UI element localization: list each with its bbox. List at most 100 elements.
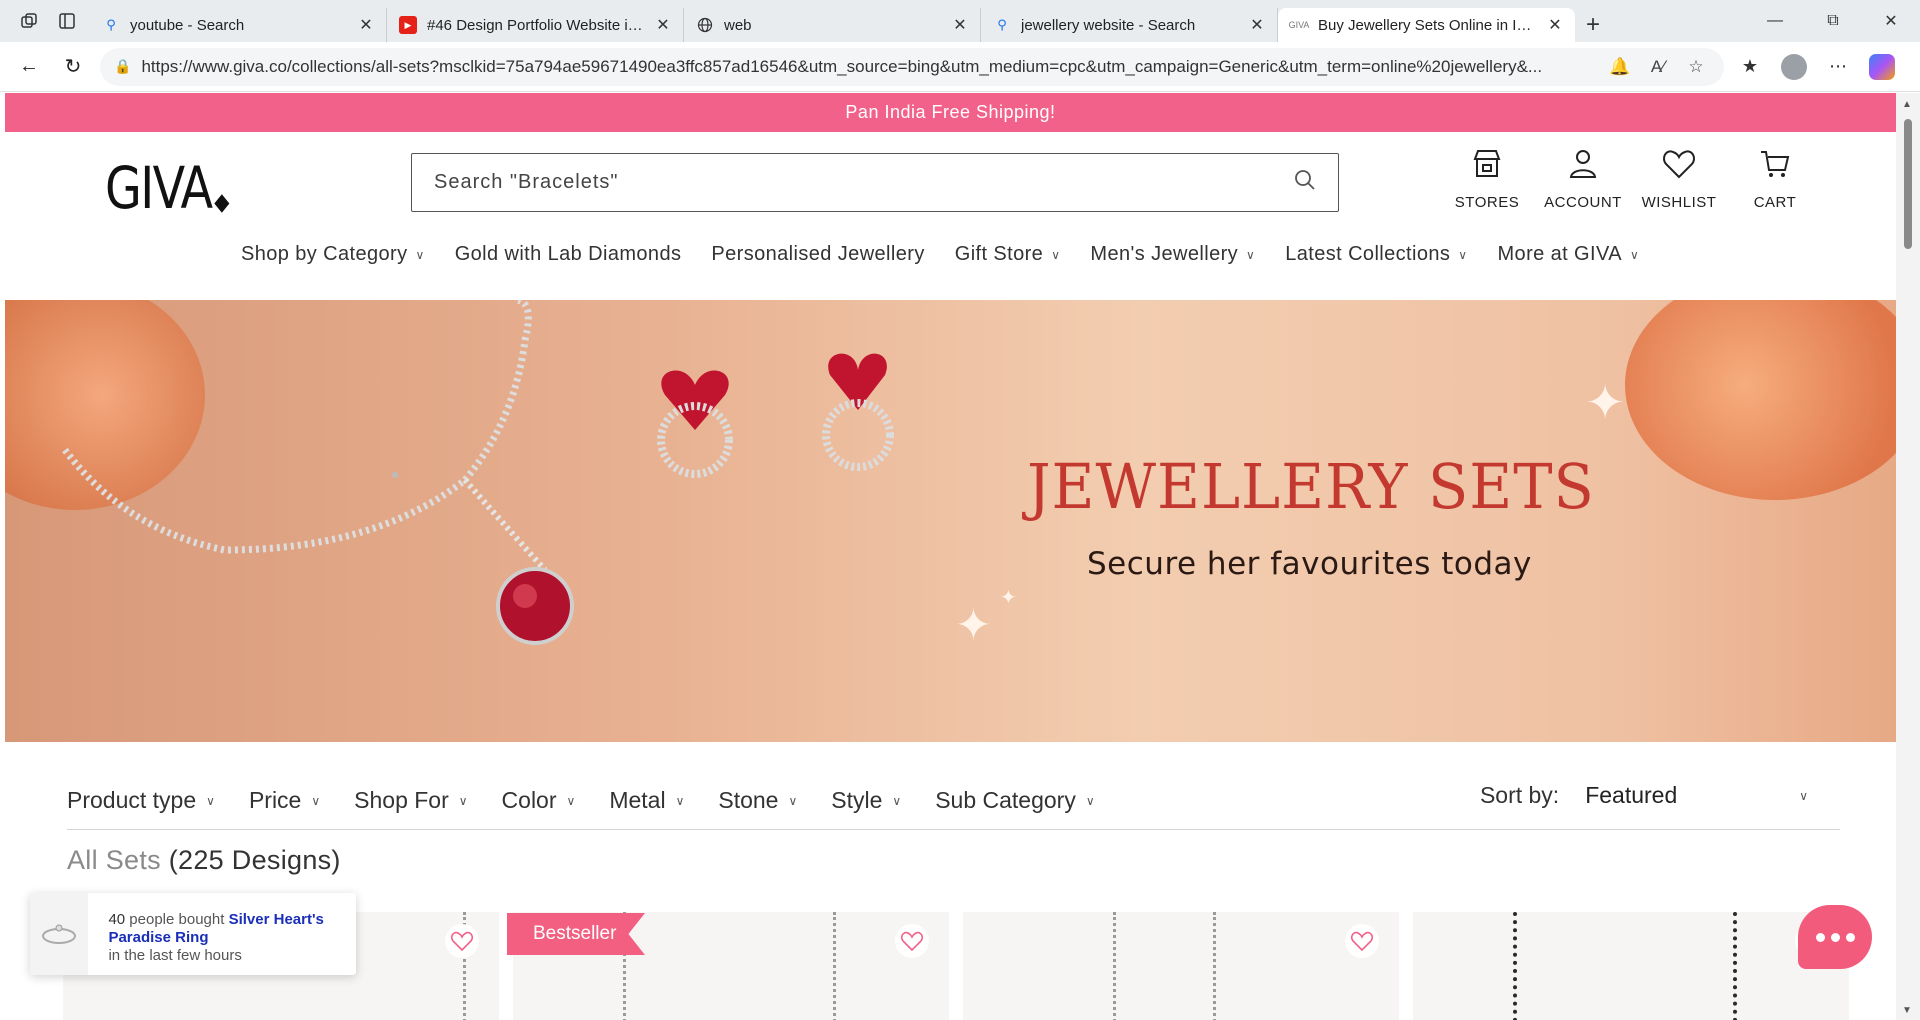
nav-personalised-jewellery[interactable]: Personalised Jewellery [711,243,924,266]
chat-dot [1815,932,1825,942]
wishlist-button[interactable]: WISHLIST [1631,146,1727,211]
close-tab-icon[interactable]: ✕ [1249,15,1265,35]
chevron-down-icon: ∨ [415,247,425,262]
close-window-icon[interactable]: ✕ [1862,0,1920,42]
copilot-icon[interactable] [1866,51,1898,83]
giva-favicon-icon: GIVA [1288,20,1310,30]
earring-image [822,353,894,471]
store-icon [1473,150,1501,177]
wishlist-heart-icon[interactable] [895,924,929,958]
page-scrollbar[interactable]: ▲ ▼ [1896,93,1920,1020]
tab-title: Buy Jewellery Sets Online in India [1318,16,1537,34]
close-tab-icon[interactable]: ✕ [358,15,374,35]
product-card[interactable] [963,912,1399,1020]
product-image [1113,912,1116,1020]
cart-button[interactable]: CART [1727,146,1823,211]
tab-title: youtube - Search [130,16,245,34]
tab-title: #46 Design Portfolio Website in HTML CSS [427,16,645,34]
workspaces-icon[interactable] [16,8,42,34]
chevron-down-icon: ∨ [788,793,798,808]
sort-dropdown[interactable]: Sort by: Featured ∨ [1480,782,1808,809]
close-tab-icon[interactable]: ✕ [1547,15,1563,35]
browser-tab-active[interactable]: GIVA Buy Jewellery Sets Online in India … [1278,8,1575,42]
url-text[interactable]: https://www.giva.co/collections/all-sets… [141,57,1596,77]
chevron-down-icon: ∨ [1629,247,1640,262]
more-menu-icon[interactable]: ⋯ [1822,51,1854,83]
nav-label: Men's Jewellery [1090,243,1239,265]
nav-latest-collections[interactable]: Latest Collections ∨ [1285,243,1467,266]
favorites-icon[interactable]: ★ [1734,51,1766,83]
chevron-down-icon: ∨ [206,793,215,808]
filter-product-type[interactable]: Product type ∨ [67,787,215,814]
site-info-icon[interactable]: 🔒 [114,58,131,75]
collection-heading: All Sets (225 Designs) [67,845,341,876]
nav-gift-store[interactable]: Gift Store ∨ [955,243,1061,266]
filter-label: Metal [609,787,666,813]
close-tab-icon[interactable]: ✕ [952,15,968,35]
account-button[interactable]: ACCOUNT [1535,146,1631,211]
search-input[interactable]: Search "Bracelets" [411,153,1339,212]
browser-tab-bar: ⚲ youtube - Search ✕ ▶ #46 Design Portfo… [0,0,1920,42]
back-button[interactable]: ← [12,50,46,84]
wishlist-heart-icon[interactable] [1345,924,1379,958]
minimize-icon[interactable]: — [1746,0,1804,42]
nav-gold-lab-diamonds[interactable]: Gold with Lab Diamonds [455,243,682,266]
banner-title: JEWELLERY SETS [1027,450,1595,523]
chevron-down-icon: ∨ [1799,788,1808,803]
filter-style[interactable]: Style ∨ [831,787,901,814]
profile-avatar[interactable] [1778,51,1810,83]
filter-label: Price [248,787,302,813]
nav-label: More at GIVA [1497,243,1622,265]
social-proof-toast[interactable]: 40 people bought Silver Heart's Paradise… [30,893,356,975]
chat-button[interactable] [1798,905,1872,969]
nav-mens-jewellery[interactable]: Men's Jewellery ∨ [1090,243,1255,266]
scroll-up-icon[interactable]: ▲ [1902,99,1912,110]
nav-label: Latest Collections [1285,243,1451,265]
restore-icon[interactable]: ⧉ [1804,0,1862,42]
nav-label: Gold with Lab Diamonds [454,243,682,265]
url-field[interactable]: 🔒 https://www.giva.co/collections/all-se… [100,47,1724,86]
scroll-down-icon[interactable]: ▼ [1902,1005,1912,1016]
browser-tab[interactable]: ⚲ jewellery website - Search ✕ [981,8,1278,42]
favorite-star-icon[interactable]: ☆ [1682,57,1710,77]
filter-sub-category[interactable]: Sub Category ∨ [935,787,1094,814]
chevron-down-icon: ∨ [892,793,902,808]
toast-count: 40 [108,911,126,928]
filter-shop-for[interactable]: Shop For ∨ [354,787,467,814]
wishlist-heart-icon[interactable] [445,924,479,958]
nav-label: Gift Store [954,243,1044,265]
collection-title: All Sets [67,845,161,875]
product-image [1733,912,1737,1020]
browser-tab[interactable]: ▶ #46 Design Portfolio Website in HTML C… [387,8,684,42]
refresh-button[interactable]: ↻ [56,50,90,84]
toast-message: 40 people bought Silver Heart's Paradise… [88,893,356,975]
ring-thumbnail [30,893,89,975]
read-aloud-icon[interactable]: A⁄ [1644,57,1672,77]
nav-shop-by-category[interactable]: Shop by Category ∨ [241,243,425,266]
close-tab-icon[interactable]: ✕ [655,15,671,35]
browser-tab[interactable]: web ✕ [684,8,981,42]
filter-metal[interactable]: Metal ∨ [609,787,684,814]
search-icon[interactable] [1294,169,1316,197]
account-icon [1569,150,1597,178]
nav-more-at-giva[interactable]: More at GIVA ∨ [1497,243,1639,266]
new-tab-button[interactable]: + [1575,8,1611,42]
giva-logo[interactable]: GIVA [105,154,230,222]
filter-price[interactable]: Price ∨ [249,787,320,814]
nav-label: Personalised Jewellery [711,243,925,265]
scrollbar-thumb[interactable] [1904,119,1912,249]
address-bar-row: ← ↻ 🔒 https://www.giva.co/collections/al… [0,42,1920,92]
filter-label: Color [501,787,557,813]
globe-icon [696,16,714,34]
heart-icon [1663,150,1695,179]
stores-button[interactable]: STORES [1439,146,1535,211]
notifications-icon[interactable]: 🔔 [1606,57,1634,77]
filter-stone[interactable]: Stone ∨ [718,787,797,814]
hero-banner[interactable]: JEWELLERY SETS Secure her favourites tod… [5,300,1896,742]
filter-color[interactable]: Color ∨ [502,787,576,814]
tab-title: jewellery website - Search [1021,16,1196,34]
chevron-down-icon: ∨ [1246,247,1256,262]
browser-tab[interactable]: ⚲ youtube - Search ✕ [90,8,387,42]
product-card[interactable] [1413,912,1849,1020]
vertical-tabs-icon[interactable] [54,8,80,34]
